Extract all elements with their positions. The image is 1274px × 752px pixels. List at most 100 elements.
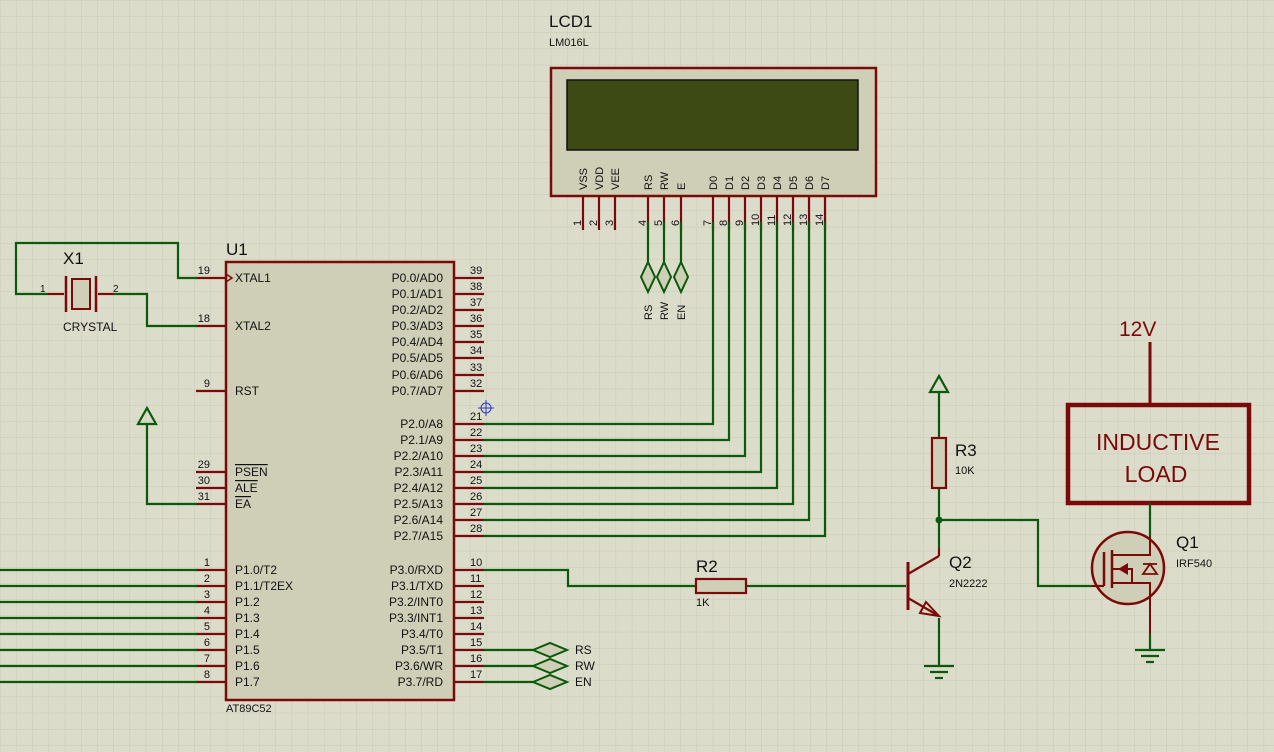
mcu-pin-name: P3.6/WR (395, 659, 443, 673)
mcu-pin-name: P3.0/RXD (390, 563, 444, 577)
lcd-pin-name: RW (659, 171, 671, 190)
q2-ref-label: Q2 (949, 553, 972, 572)
mcu-pin-name: P0.6/AD6 (392, 368, 444, 382)
mcu-pin-name: P1.6 (235, 659, 260, 673)
mcu-pin-name: P3.5/T1 (401, 643, 443, 657)
mcu-pin-number: 37 (470, 297, 482, 309)
mcu-pin-number: 1 (204, 557, 210, 569)
mcu-pin-name: PSEN (235, 465, 268, 479)
mcu-pin-name: P0.5/AD5 (392, 351, 444, 365)
lcd-pin-number: 3 (604, 220, 616, 226)
mcu-pin-name: P2.3/A11 (395, 465, 444, 479)
mcu-pin-name: XTAL2 (235, 319, 271, 333)
crystal-ref-label: X1 (63, 249, 84, 268)
mcu-pin-number: 31 (198, 491, 210, 503)
mcu-pin-name: ALE (235, 481, 258, 495)
r3-ref-label: R3 (955, 441, 977, 460)
mcu-pin-name: RST (235, 384, 260, 398)
mcu-pin-name: XTAL1 (235, 271, 271, 285)
mcu-pin-name: P3.2/INT0 (389, 595, 443, 609)
mcu-pin-number: 4 (204, 605, 210, 617)
lcd-pin-name: D4 (772, 176, 784, 190)
mcu-pin-name: P1.5 (235, 643, 260, 657)
lcd-pin-name: E (676, 183, 688, 190)
mcu-pin-number: 27 (470, 507, 482, 519)
lcd-pin-number: 2 (588, 220, 600, 226)
mcu-pin-name: P2.6/A14 (394, 513, 444, 527)
mcu-pin-number: 22 (470, 427, 482, 439)
mcu-pin-number: 29 (198, 459, 210, 471)
lcd-ref-label: LCD1 (549, 12, 592, 31)
supply-label: 12V (1119, 318, 1156, 341)
mcu-pin-name: EA (235, 497, 251, 511)
lcd-pin-name: RS (643, 175, 655, 190)
lcd-pin-name: D0 (708, 176, 720, 190)
schematic-canvas[interactable]: LCD1 LM016L VSS 1 VDD 2 VEE 3 RS 4 RW 5 E 6 D0 7 D1 8 D2… (0, 0, 1274, 752)
mcu-pin-number: 28 (470, 523, 482, 535)
mcu-pin-name: P3.4/T0 (401, 627, 443, 641)
mcu-terminal-label: RS (575, 643, 592, 657)
mcu-pin-number: 24 (470, 459, 482, 471)
mcu-ref-label: U1 (226, 240, 248, 259)
crystal-body (71, 278, 91, 310)
q1-model-label: IRF540 (1176, 558, 1212, 570)
lcd-pin-name: VSS (578, 168, 590, 190)
lcd-pin-name: D3 (756, 176, 768, 190)
mcu-pin-number: 11 (470, 573, 481, 585)
mcu-pin-name: P0.0/AD0 (392, 271, 444, 285)
crystal-model-label: CRYSTAL (63, 320, 118, 334)
crystal-pin2-label: 2 (113, 284, 119, 295)
mcu-pin-number: 12 (470, 589, 482, 601)
lcd-pin-number: 1 (572, 220, 584, 226)
q1-ref-label: Q1 (1176, 533, 1199, 552)
mcu-terminal-label: RW (575, 659, 595, 673)
junction-dot (935, 516, 943, 524)
mcu-pin-name: P0.3/AD3 (392, 319, 444, 333)
mcu-pin-name: P3.3/INT1 (389, 611, 443, 625)
mcu-pin-name: P2.5/A13 (394, 497, 444, 511)
mcu-pin-number: 34 (470, 345, 482, 357)
mcu-terminal-label: EN (575, 675, 592, 689)
lcd-pin-name: D2 (740, 176, 752, 190)
mcu-pin-name: P0.4/AD4 (392, 335, 444, 349)
lcd-terminal-label: RS (643, 305, 655, 320)
mcu-pin-name: P1.2 (235, 595, 260, 609)
mcu-pin-name: P2.0/A8 (400, 417, 443, 431)
mcu-pin-number: 36 (470, 313, 482, 325)
mcu-pin-number: 21 (470, 411, 482, 423)
lcd-terminal-label: RW (659, 301, 671, 320)
mcu-pin-name: P1.0/T2 (235, 563, 277, 577)
load-line2: LOAD (1125, 461, 1188, 487)
mcu-pin-number: 30 (198, 475, 210, 487)
mcu-pin-number: 17 (470, 669, 482, 681)
mcu-pin-number: 15 (470, 637, 482, 649)
mcu-pin-number: 23 (470, 443, 482, 455)
mcu-pin-number: 39 (470, 265, 482, 277)
lcd-model-label: LM016L (549, 37, 589, 49)
mcu-pin-number: 10 (470, 557, 482, 569)
mcu-pin-number: 32 (470, 378, 482, 390)
mcu-pin-number: 9 (204, 378, 210, 390)
mcu-pin-name: P0.2/AD2 (392, 303, 444, 317)
mcu-pin-number: 5 (204, 621, 210, 633)
mcu-pin-name: P1.4 (235, 627, 260, 641)
mcu-pin-name: P1.3 (235, 611, 260, 625)
r2-body (694, 577, 748, 595)
lcd-pin-name: VEE (610, 168, 622, 190)
mcu-pin-number: 33 (470, 362, 482, 374)
mcu-model-label: AT89C52 (226, 703, 272, 715)
lcd-pin-name: VDD (594, 167, 606, 190)
r2-value-label: 1K (696, 597, 710, 609)
lcd-pin-name: D6 (804, 176, 816, 190)
mcu-pin-number: 19 (198, 265, 210, 277)
lcd-pin-name: D1 (724, 176, 736, 190)
lcd-pin-name: D7 (820, 176, 832, 190)
mcu-pin-name: P3.7/RD (398, 675, 444, 689)
mcu-pin-number: 38 (470, 281, 482, 293)
mcu-pin-name: P2.2/A10 (394, 449, 444, 463)
mcu-pin-number: 25 (470, 475, 482, 487)
lcd-screen (566, 79, 859, 151)
mcu-pin-number: 8 (204, 669, 210, 681)
mcu-pin-name: P1.7 (235, 675, 260, 689)
mcu-pin-number: 18 (198, 313, 210, 325)
